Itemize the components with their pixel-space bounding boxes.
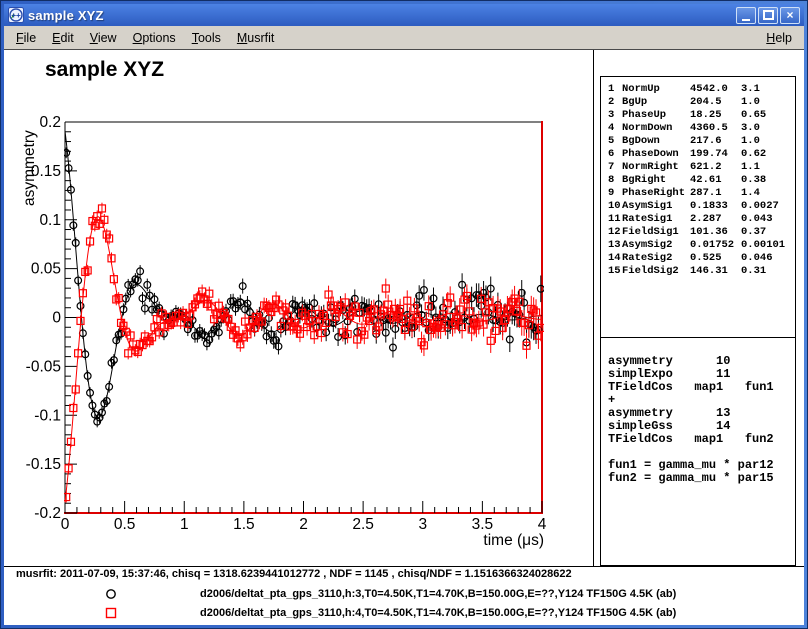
param-row: 7NormRight621.21.1 [601,161,795,174]
y-axis-label: asymmetry [21,130,38,206]
svg-text:3: 3 [418,516,427,533]
menu-item-file[interactable]: File [8,29,44,47]
param-row: 10AsymSig10.18330.0027 [601,200,795,213]
svg-text:-0.1: -0.1 [34,407,61,424]
fit-status-line: musrfit: 2011-07-09, 15:37:46, chisq = 1… [16,568,572,580]
theory-text: asymmetry 10 simplExpo 11 TFieldCos map1… [601,338,795,485]
x-axis-label: time (μs) [483,532,544,549]
param-row: 13AsymSig20.017520.00101 [601,239,795,252]
param-row: 4NormDown4360.53.0 [601,122,795,135]
pad-divider-vertical [593,50,594,566]
data-series-2 [63,203,545,503]
fit-curve [65,131,542,418]
window-title: sample XYZ [28,8,736,23]
close-icon: × [786,10,793,20]
param-row: 6PhaseDown199.740.62 [601,148,795,161]
svg-text:0.5: 0.5 [114,516,136,533]
app-icon: ++ [8,7,24,23]
square-marker-icon [104,606,118,620]
menu-item-view[interactable]: View [82,29,125,47]
menubar: FileEditViewOptionsToolsMusrfit Help [4,26,804,50]
menu-item-help[interactable]: Help [758,29,800,47]
fit-parameters-panel: 1NormUp4542.03.12BgUp204.51.03PhaseUp18.… [600,76,796,338]
theory-panel: asymmetry 10 simplExpo 11 TFieldCos map1… [600,338,796,566]
param-row: 5BgDown217.61.0 [601,135,795,148]
svg-text:-0.2: -0.2 [34,505,61,522]
svg-text:3.5: 3.5 [472,516,494,533]
svg-text:0: 0 [61,516,70,533]
menu-item-options[interactable]: Options [125,29,184,47]
maximize-button[interactable] [758,7,778,24]
legend-label: d2006/deltat_pta_gps_3110,h:4,T0=4.50K,T… [200,607,676,619]
svg-text:1.5: 1.5 [233,516,255,533]
svg-text:0: 0 [52,310,61,327]
close-button[interactable]: × [780,7,800,24]
data-series-1 [63,131,544,427]
svg-text:++: ++ [11,11,21,20]
svg-text:2.5: 2.5 [352,516,374,533]
svg-text:1: 1 [180,516,189,533]
menu-item-musrfit[interactable]: Musrfit [229,29,283,47]
canvas-area: sample XYZ00.511.522.533.540.20.150.10.0… [4,50,804,625]
menu-item-edit[interactable]: Edit [44,29,82,47]
param-row: 8BgRight42.610.38 [601,174,795,187]
param-row: 12FieldSig1101.360.37 [601,226,795,239]
window-controls: × [736,7,800,24]
svg-text:2: 2 [299,516,308,533]
param-row: 15FieldSig2146.310.31 [601,265,795,278]
pad-divider-horizontal [4,566,804,567]
fit-curve [65,217,542,503]
param-row: 14RateSig20.5250.046 [601,252,795,265]
svg-text:-0.15: -0.15 [26,456,61,473]
svg-text:4: 4 [538,516,547,533]
svg-text:0.1: 0.1 [39,212,61,229]
titlebar[interactable]: ++ sample XYZ × [4,4,804,26]
circle-marker-icon [104,587,118,601]
legend-label: d2006/deltat_pta_gps_3110,h:3,T0=4.50K,T… [200,588,676,600]
svg-text:0.05: 0.05 [31,261,61,278]
param-row: 3PhaseUp18.250.65 [601,109,795,122]
plot-canvas[interactable]: sample XYZ00.511.522.533.540.20.150.10.0… [4,50,593,566]
svg-text:0.2: 0.2 [39,114,61,131]
param-row: 11RateSig12.2870.043 [601,213,795,226]
maximize-icon [763,10,774,20]
menu-item-tools[interactable]: Tools [184,29,229,47]
window: ++ sample XYZ × FileEditViewOptionsTools… [0,0,808,629]
minimize-button[interactable] [736,7,756,24]
param-row: 2BgUp204.51.0 [601,96,795,109]
legend-item: d2006/deltat_pta_gps_3110,h:4,T0=4.50K,T… [4,605,794,621]
menu-items-left: FileEditViewOptionsToolsMusrfit [8,29,282,47]
menu-items-right: Help [758,29,800,47]
legend-item: d2006/deltat_pta_gps_3110,h:3,T0=4.50K,T… [4,586,794,602]
svg-text:-0.05: -0.05 [26,358,61,375]
plot-title: sample XYZ [45,58,164,81]
param-row: 9PhaseRight287.11.4 [601,187,795,200]
param-row: 1NormUp4542.03.1 [601,83,795,96]
minimize-icon [742,10,750,21]
